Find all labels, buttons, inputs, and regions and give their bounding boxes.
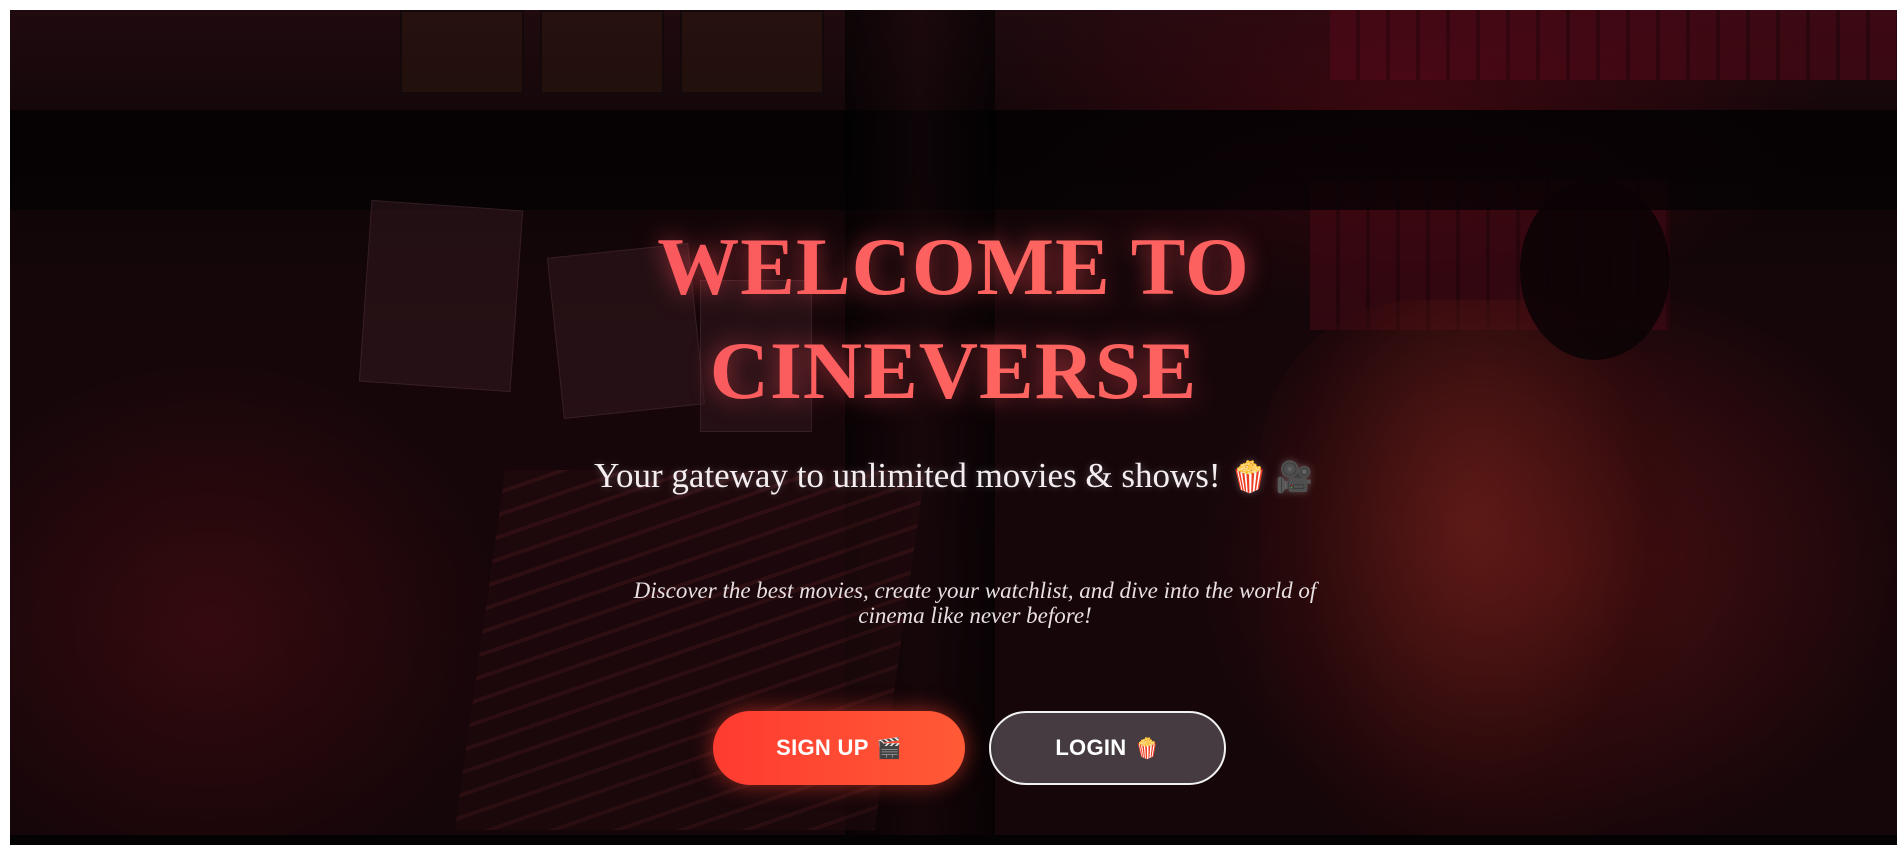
login-button[interactable]: LOGIN 🍿 bbox=[989, 711, 1226, 785]
page-title: WELCOME TO CINEVERSE bbox=[10, 215, 1897, 423]
hero-content: WELCOME TO CINEVERSE Your gateway to unl… bbox=[10, 10, 1897, 845]
signup-button-label: SIGN UP bbox=[776, 735, 869, 760]
signup-button[interactable]: SIGN UP 🎬 bbox=[713, 711, 965, 785]
tagline: Your gateway to unlimited movies & shows… bbox=[10, 454, 1897, 500]
title-line-1: WELCOME TO bbox=[657, 221, 1250, 312]
cta-buttons: SIGN UP 🎬 LOGIN 🍿 bbox=[10, 711, 1897, 787]
title-line-2: CINEVERSE bbox=[709, 325, 1198, 416]
popcorn-camera-icon: 🍿 🎥 bbox=[1230, 461, 1313, 494]
clapperboard-icon: 🎬 bbox=[876, 737, 902, 760]
popcorn-icon: 🍿 bbox=[1134, 737, 1160, 760]
hero-description: Discover the best movies, create your wa… bbox=[633, 578, 1317, 628]
tagline-text: Your gateway to unlimited movies & shows… bbox=[594, 456, 1221, 495]
hero-section: WELCOME TO CINEVERSE Your gateway to unl… bbox=[10, 10, 1897, 845]
login-button-label: LOGIN bbox=[1055, 735, 1127, 760]
